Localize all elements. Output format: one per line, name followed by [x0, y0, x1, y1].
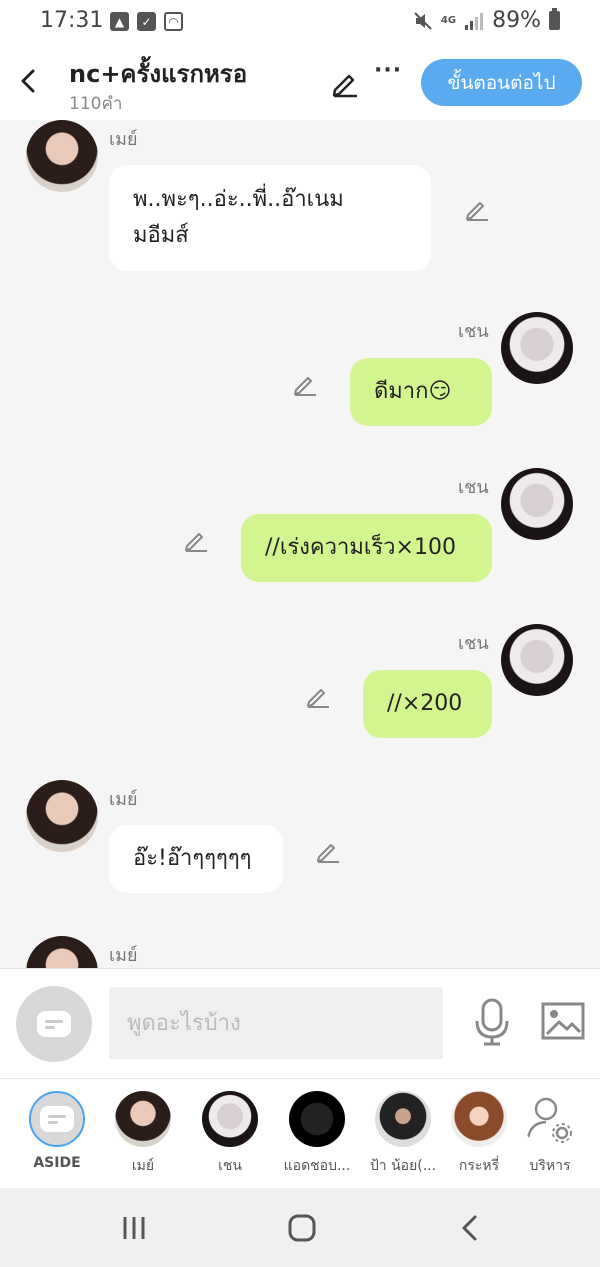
message-input[interactable]	[109, 987, 443, 1059]
message-bubble-outgoing[interactable]: //เร่งความเร็ว×100	[241, 514, 492, 582]
character-label: บริหาร	[529, 1158, 571, 1174]
message-bubble-outgoing[interactable]: ดีมาก😏	[350, 358, 492, 426]
avatar-shen[interactable]	[501, 312, 573, 384]
chat-header: nc+ครั้งแรกหรอ 110คำ ··· ขั้นตอนต่อไป	[0, 44, 600, 120]
nav-back-icon[interactable]	[454, 1212, 486, 1244]
signal-icon	[465, 12, 484, 30]
character-bar: ASIDE เมย์ เชน แอดชอบ... ป้า น้อย(... กร…	[0, 1078, 600, 1188]
character-label: ASIDE	[33, 1155, 81, 1171]
chat-screen: 17:31 ▲ ✓ ◠ 4G 89% nc+ครั้งแรกหรอ 110คำ …	[0, 0, 600, 1267]
sender-name: เชน	[458, 633, 489, 654]
sender-name: เมย์	[109, 129, 138, 150]
character-shen[interactable]: เชน	[185, 1091, 275, 1181]
status-right: 4G 89%	[413, 8, 560, 33]
system-nav-bar	[0, 1188, 600, 1267]
pencil-icon[interactable]	[464, 196, 490, 222]
story-title: nc+ครั้งแรกหรอ	[69, 60, 248, 88]
message-bubble-outgoing[interactable]: //×200	[363, 670, 492, 738]
avatar	[115, 1091, 171, 1147]
character-label: เมย์	[131, 1158, 155, 1174]
avatar	[451, 1091, 507, 1147]
compose-bar	[0, 968, 600, 1078]
notification-icons: ▲ ✓ ◠	[110, 12, 183, 31]
character-aside[interactable]: ASIDE	[12, 1091, 102, 1181]
manage-icon	[522, 1091, 578, 1147]
sender-name: เชน	[458, 321, 489, 342]
battery-icon	[549, 8, 560, 30]
avatar-shen[interactable]	[501, 468, 573, 540]
sender-name: เมย์	[109, 945, 138, 966]
character-admin[interactable]: แอดชอบ...	[272, 1091, 362, 1181]
character-label: แอดชอบ...	[283, 1158, 351, 1174]
character-label: เชน	[218, 1158, 242, 1174]
more-icon[interactable]: ···	[374, 58, 402, 92]
pencil-icon[interactable]	[183, 527, 209, 553]
next-step-button[interactable]: ขั้นตอนต่อไป	[421, 59, 582, 106]
message-bubble-incoming[interactable]: พ..พะๆ..อ่ะ..พี่..อ๊าเนม มอีมส์	[109, 165, 431, 271]
aside-avatar	[29, 1091, 85, 1147]
pencil-icon[interactable]	[330, 68, 360, 98]
check-notification-icon: ✓	[137, 12, 156, 31]
image-icon[interactable]	[541, 1001, 585, 1041]
message-list[interactable]: เมย์ พ..พะๆ..อ่ะ..พี่..อ๊าเนม มอีมส์ เชน…	[0, 120, 600, 968]
back-icon[interactable]	[14, 64, 44, 98]
aside-toggle-button[interactable]	[16, 986, 92, 1062]
status-bar: 17:31 ▲ ✓ ◠ 4G 89%	[0, 0, 600, 44]
message-bubble-incoming[interactable]: อ๊ะ!อ๊าๆๆๆๆๆ	[109, 825, 283, 893]
aside-icon	[37, 1011, 71, 1037]
avatar-may[interactable]	[26, 120, 98, 192]
gallery-notification-icon: ▲	[110, 12, 129, 31]
avatar-may[interactable]	[26, 780, 98, 852]
pencil-icon[interactable]	[315, 838, 341, 864]
wifi-notification-icon: ◠	[164, 12, 183, 31]
sender-name: เมย์	[109, 789, 138, 810]
avatar	[289, 1091, 345, 1147]
character-may[interactable]: เมย์	[98, 1091, 188, 1181]
aside-icon	[40, 1106, 74, 1132]
word-count: 110คำ	[69, 94, 123, 114]
pencil-icon[interactable]	[305, 683, 331, 709]
avatar-may[interactable]	[26, 936, 98, 968]
pencil-icon[interactable]	[292, 371, 318, 397]
home-icon[interactable]	[286, 1212, 318, 1244]
status-time: 17:31	[40, 8, 104, 33]
mic-icon[interactable]	[472, 997, 512, 1047]
network-type: 4G	[440, 14, 457, 26]
avatar-shen[interactable]	[501, 624, 573, 696]
manage-characters[interactable]: บริหาร	[505, 1091, 595, 1181]
sender-name: เชน	[458, 477, 489, 498]
avatar	[375, 1091, 431, 1147]
avatar	[202, 1091, 258, 1147]
battery-percent: 89%	[492, 8, 541, 33]
mute-icon	[414, 11, 432, 30]
recents-icon[interactable]	[118, 1212, 150, 1244]
